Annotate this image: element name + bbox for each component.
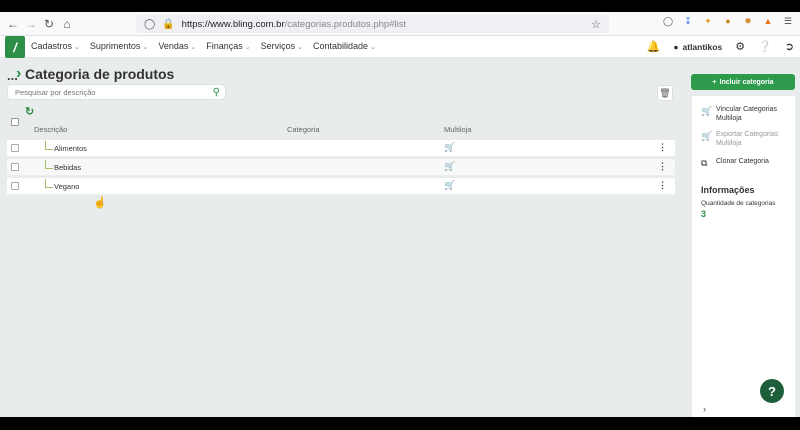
row-checkbox[interactable] [11, 144, 19, 152]
category-name: Alimentos [54, 144, 87, 153]
url-host: https://www.bling.com.br [181, 18, 285, 30]
more-options-icon[interactable]: ⋮ [658, 180, 667, 191]
gear-icon[interactable]: ⚙ [735, 40, 745, 53]
shield-icon: ◯ [144, 18, 156, 30]
delete-button[interactable]: 🗑 [657, 85, 673, 101]
chevron-down-icon: ⌄ [142, 44, 149, 51]
chevron-right-icon[interactable]: › [703, 404, 706, 414]
menu-servicos[interactable]: Serviços ⌄ [261, 41, 303, 51]
row-checkbox[interactable] [11, 182, 19, 190]
trash-icon: 🗑 [659, 87, 671, 98]
shopping-cart-icon: 🛒 [701, 106, 713, 116]
plus-icon: + [712, 78, 717, 86]
browser-toolbar: ← → ↻ ⌂ ◯ 🔒 https://www.bling.com.br/cat… [0, 12, 800, 36]
search-icon[interactable]: ⚲ [213, 87, 220, 98]
lock-icon: 🔒 [162, 18, 175, 30]
menu-financas[interactable]: Finanças ⌄ [206, 41, 250, 51]
more-options-icon[interactable]: ⋮ [658, 161, 667, 172]
add-category-button[interactable]: + Incluir categoria [691, 74, 795, 90]
column-header-categoria[interactable]: Categoria [287, 125, 320, 134]
shopping-cart-icon[interactable]: 🛒 [444, 142, 455, 153]
shopping-cart-icon: 🛒 [701, 131, 713, 141]
download-icon[interactable]: ↧ [682, 15, 694, 27]
menu-vendas[interactable]: Vendas ⌄ [158, 41, 196, 51]
logout-icon[interactable]: ➲ [785, 40, 794, 53]
copy-icon: ⧉ [701, 158, 708, 168]
chevron-down-icon: ⌄ [370, 44, 376, 51]
export-multiloja-action: 🛒 Exportar Categorias Multiloja [701, 131, 779, 147]
chevron-down-icon: ⌄ [190, 44, 197, 51]
category-name: Vegano [54, 182, 80, 191]
chevron-right-icon: › [16, 65, 22, 82]
bell-icon[interactable]: 🔔 [647, 40, 661, 53]
tree-connector [45, 160, 53, 169]
cookie-icon[interactable]: ● [722, 15, 734, 27]
user-menu[interactable]: ● atlantikos [673, 42, 722, 52]
tree-connector [45, 179, 53, 188]
main-menu: Cadastros ⌄ Suprimentos ⌄ Vendas ⌄ Finanças… [31, 41, 376, 51]
page-title: Categoria de produtos [25, 66, 175, 82]
category-name: Bebidas [54, 163, 82, 172]
refresh-icon[interactable]: ↻ [25, 105, 34, 118]
menu-cadastros[interactable]: Cadastros ⌄ [31, 41, 80, 51]
select-all-checkbox[interactable] [11, 118, 19, 126]
header-actions: 🔔 ● atlantikos ⚙ ❔ ➲ [647, 40, 794, 53]
reload-icon[interactable]: ↻ [40, 15, 58, 33]
home-icon[interactable]: ⌂ [58, 15, 76, 33]
table-row[interactable]: Bebidas 🛒 ⋮ [7, 159, 675, 176]
bookmark-star-icon[interactable]: ☆ [591, 18, 601, 31]
search-box: ⚲ [7, 84, 226, 100]
app-frame: ← → ↻ ⌂ ◯ 🔒 https://www.bling.com.br/cat… [0, 12, 800, 417]
shopping-cart-icon[interactable]: 🛒 [444, 161, 455, 172]
table-row[interactable]: Alimentos 🛒 ⋮ [7, 140, 675, 157]
menu-suprimentos[interactable]: Suprimentos ⌄ [90, 41, 148, 51]
back-icon[interactable]: ← [4, 15, 22, 33]
shopping-cart-icon[interactable]: 🛒 [444, 180, 455, 191]
extension-icons: ◯ ↧ ✦ ● ✹ ▲ ☰ [662, 15, 794, 27]
pocket-icon[interactable]: ◯ [662, 15, 674, 27]
metamask-icon[interactable]: ▲ [762, 15, 774, 27]
search-input[interactable] [15, 87, 205, 97]
column-header-multiloja[interactable]: Multiloja [444, 125, 472, 134]
info-label: Quantidade de categorias [701, 200, 776, 207]
link-multiloja-action[interactable]: 🛒 Vincular Categorias Multiloja [701, 106, 791, 123]
menu-contabilidade[interactable]: Contabilidade ⌄ [313, 41, 376, 51]
column-header-descricao[interactable]: Descrição [34, 125, 67, 134]
side-panel: 🛒 Vincular Categorias Multiloja 🛒 Export… [692, 96, 795, 417]
hand-cursor-icon: ☝ [93, 197, 107, 209]
address-bar[interactable]: ◯ 🔒 https://www.bling.com.br/categorias.… [136, 15, 609, 33]
clone-category-action[interactable]: ⧉ Clonar Categoria [701, 158, 769, 169]
info-title: Informações [701, 185, 755, 195]
app-header: / Cadastros ⌄ Suprimentos ⌄ Vendas ⌄ Finanç… [0, 36, 800, 58]
extension-gear-icon[interactable]: ✹ [742, 15, 754, 27]
tree-connector [45, 141, 53, 150]
help-button[interactable]: ? [760, 379, 784, 403]
row-checkbox[interactable] [11, 163, 19, 171]
help-circle-icon[interactable]: ❔ [758, 40, 772, 53]
more-options-icon[interactable]: ⋮ [658, 142, 667, 153]
table-row[interactable]: Vegano 🛒 ⋮ [7, 178, 675, 195]
user-icon: ● [673, 41, 679, 52]
hamburger-menu-icon[interactable]: ☰ [782, 15, 794, 27]
extension-icon[interactable]: ✦ [702, 15, 714, 27]
chevron-down-icon: ⌄ [297, 44, 304, 51]
chevron-down-icon: ⌄ [74, 44, 80, 51]
bling-logo[interactable]: / [5, 36, 25, 58]
forward-icon[interactable]: → [22, 15, 40, 33]
url-path: /categorias.produtos.php#list [284, 18, 407, 30]
chevron-down-icon: ⌄ [244, 44, 251, 51]
category-count: 3 [701, 209, 707, 219]
